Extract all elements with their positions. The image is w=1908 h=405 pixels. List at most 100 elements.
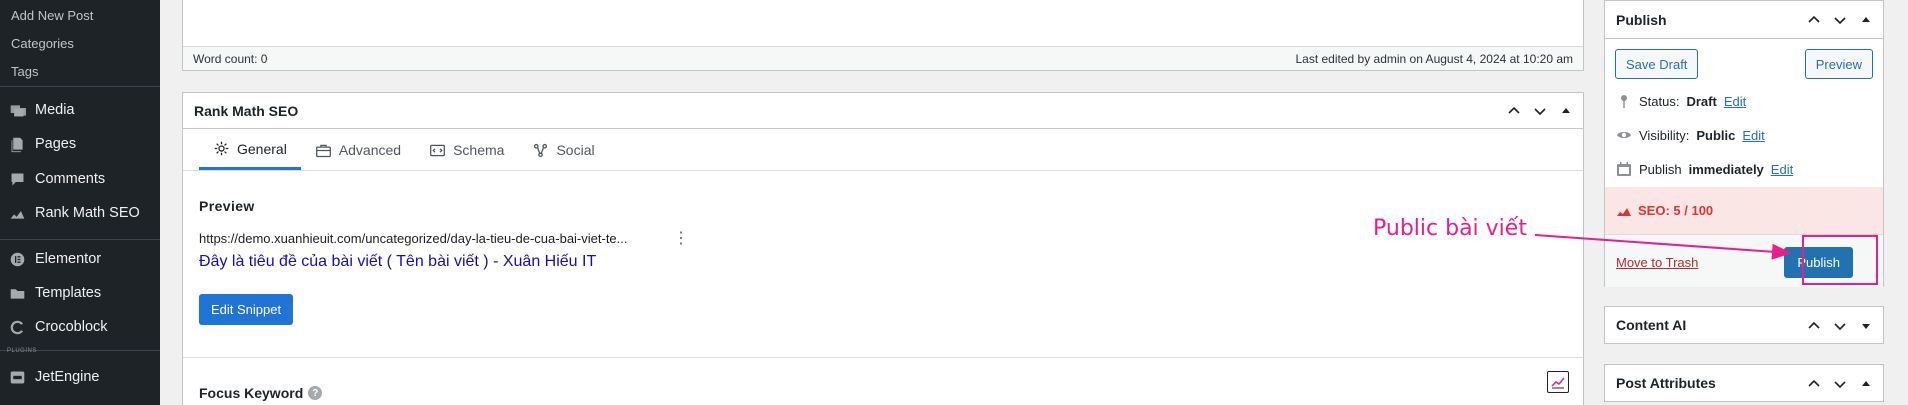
elementor-icon (4, 251, 30, 268)
schedule-row: Publish immediately Edit (1616, 161, 1793, 177)
trend-chart-icon (1551, 377, 1565, 389)
collapse-icon[interactable] (1855, 13, 1877, 27)
collapse-icon[interactable] (1855, 377, 1877, 391)
move-to-trash-link[interactable]: Move to Trash (1616, 255, 1698, 270)
sidebar-item-label: JetEngine (35, 369, 100, 385)
trends-tool-button[interactable] (1547, 371, 1569, 393)
annotation-text: Public bài viết (1373, 216, 1527, 241)
sidebar-separator (0, 239, 160, 240)
sidebar-item-elementor[interactable]: Elementor (0, 242, 160, 276)
templates-icon (4, 285, 30, 302)
post-editor: Word count: 0 Last edited by admin on Au… (182, 0, 1584, 71)
sidebar-subitem-add-new-post[interactable]: Add New Post (11, 8, 93, 23)
gear-icon (214, 141, 229, 156)
jetengine-icon (4, 369, 30, 386)
focus-keyword-label: Focus Keyword ? (199, 385, 323, 401)
edit-snippet-button[interactable]: Edit Snippet (199, 294, 294, 325)
sidebar-item-rank-math-seo[interactable]: Rank Math SEO (0, 196, 160, 230)
tab-label: Social (556, 142, 595, 158)
rank-math-metabox: Rank Math SEO General Advanced Schema So… (182, 92, 1584, 405)
tab-general[interactable]: General (199, 130, 301, 170)
seo-score-row: SEO: 5 / 100 (1605, 187, 1883, 234)
preview-button[interactable]: Preview (1804, 49, 1873, 79)
edit-schedule-link[interactable]: Edit (1771, 162, 1793, 177)
move-down-icon[interactable] (1829, 377, 1851, 391)
calendar-icon (1617, 162, 1631, 176)
tab-advanced[interactable]: Advanced (301, 130, 415, 170)
move-up-icon[interactable] (1503, 104, 1525, 118)
sidebar-item-label: Pages (35, 136, 77, 152)
editor-status-bar: Word count: 0 Last edited by admin on Au… (183, 46, 1583, 70)
post-attributes-title: Post Attributes (1616, 375, 1716, 391)
plugins-section-label: PLUGINS (7, 348, 37, 354)
section-divider (183, 357, 1583, 358)
preview-title: Đây là tiêu đề của bài viết ( Tên bài vi… (199, 253, 597, 270)
move-down-icon[interactable] (1829, 319, 1851, 333)
move-down-icon[interactable] (1529, 104, 1551, 118)
move-up-icon[interactable] (1803, 13, 1825, 27)
schedule-label: Publish (1639, 161, 1682, 177)
edit-status-link[interactable]: Edit (1724, 94, 1746, 109)
content-ai-metabox: Content AI (1604, 306, 1884, 344)
media-icon (4, 102, 30, 119)
box-controls (1803, 307, 1877, 345)
publish-title: Publish (1616, 11, 1667, 28)
tab-label: Schema (453, 142, 505, 158)
more-options-icon[interactable]: ⋮ (673, 228, 689, 248)
status-row: Status: Draft Edit (1616, 93, 1746, 109)
sidebar-item-comments[interactable]: Comments (0, 162, 160, 196)
sidebar-item-label: Elementor (35, 251, 102, 267)
tab-social[interactable]: Social (518, 130, 608, 170)
edit-visibility-link[interactable]: Edit (1742, 128, 1764, 143)
sidebar-item-label: Media (35, 102, 75, 118)
schema-icon (430, 144, 446, 156)
expand-icon[interactable] (1855, 319, 1877, 333)
save-draft-button[interactable]: Save Draft (1615, 49, 1699, 79)
box-controls (1803, 365, 1877, 403)
sidebar-subitem-categories[interactable]: Categories (11, 36, 74, 51)
content-ai-title: Content AI (1616, 317, 1687, 333)
help-icon[interactable]: ? (308, 386, 323, 400)
sidebar-subitem-tags[interactable]: Tags (11, 64, 38, 79)
status-label: Status: (1639, 93, 1680, 109)
box-controls (1803, 1, 1877, 39)
sidebar-item-label: Comments (35, 171, 106, 187)
move-up-icon[interactable] (1803, 319, 1825, 333)
tab-schema[interactable]: Schema (415, 130, 518, 170)
sidebar-item-label: Crocoblock (35, 319, 108, 335)
tabs-divider (183, 170, 1583, 171)
collapse-icon[interactable] (1555, 104, 1577, 118)
rank-math-header: Rank Math SEO (183, 93, 1583, 129)
rank-math-title: Rank Math SEO (194, 102, 299, 119)
visibility-label: Visibility: (1639, 127, 1690, 143)
preview-url: https://demo.xuanhieuit.com/uncategorize… (199, 231, 628, 246)
rank-math-icon (1617, 207, 1631, 216)
seo-score: SEO: 5 / 100 (1638, 203, 1714, 218)
move-down-icon[interactable] (1829, 13, 1851, 27)
pages-icon (4, 136, 30, 153)
sidebar-item-label: Templates (35, 285, 102, 301)
sidebar-item-pages[interactable]: Pages (0, 127, 160, 161)
preview-heading: Preview (199, 198, 255, 214)
rank-math-tabs: General Advanced Schema Social (199, 130, 609, 170)
crocoblock-icon (4, 319, 30, 336)
publish-highlight-box (1802, 235, 1878, 285)
box-controls (1503, 93, 1577, 129)
sidebar-item-label: Rank Math SEO (35, 205, 140, 221)
rank-math-icon (4, 205, 30, 222)
sidebar-item-crocoblock[interactable]: Crocoblock (0, 310, 160, 344)
sidebar-item-templates[interactable]: Templates (0, 276, 160, 310)
post-attributes-metabox: Post Attributes (1604, 364, 1884, 402)
sidebar-separator (0, 86, 160, 87)
sidebar-item-jetengine[interactable]: JetEngine (0, 360, 160, 394)
visibility-row: Visibility: Public Edit (1616, 127, 1765, 143)
eye-icon (1617, 132, 1631, 138)
tab-label: Advanced (338, 142, 402, 158)
word-count: Word count: 0 (193, 51, 268, 66)
social-icon (534, 143, 548, 157)
pin-icon (1621, 95, 1627, 108)
tab-label: General (237, 140, 287, 157)
sidebar-item-media[interactable]: Media (0, 93, 160, 127)
schedule-value: immediately (1688, 161, 1764, 177)
move-up-icon[interactable] (1803, 377, 1825, 391)
